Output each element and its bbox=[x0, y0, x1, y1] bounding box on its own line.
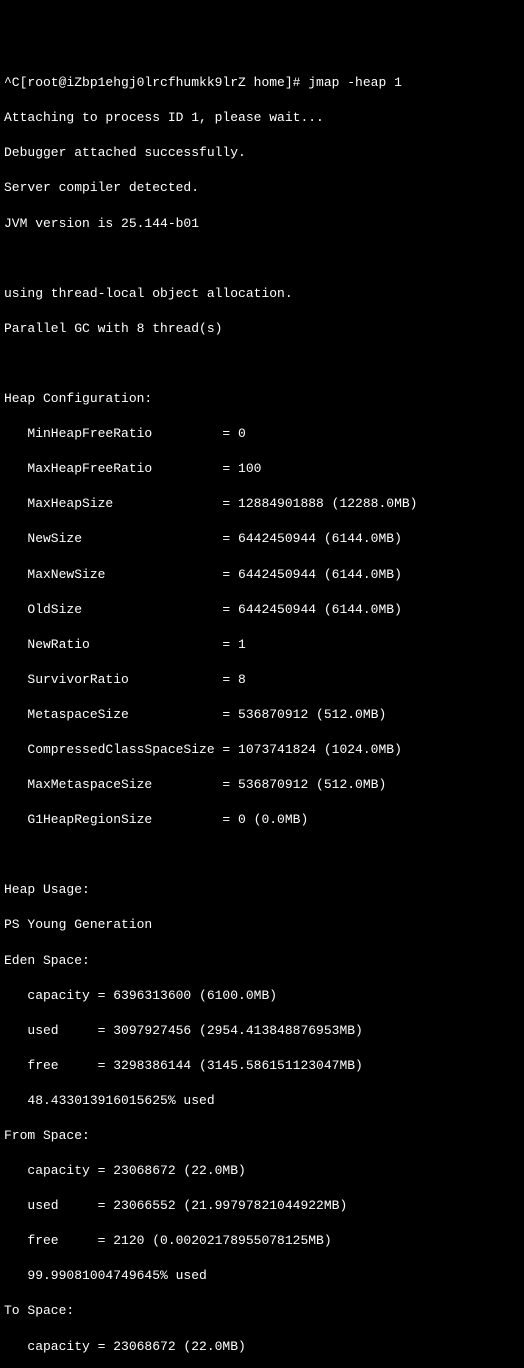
attaching-msg: Attaching to process ID 1, please wait..… bbox=[4, 109, 520, 127]
eden-header: Eden Space: bbox=[4, 952, 520, 970]
eden-pct: 48.433013916015625% used bbox=[4, 1092, 520, 1110]
gc-msg: Parallel GC with 8 thread(s) bbox=[4, 320, 520, 338]
from-capacity: capacity = 23068672 (22.0MB) bbox=[4, 1162, 520, 1180]
cfg-maxnewsize: MaxNewSize = 6442450944 (6144.0MB) bbox=[4, 566, 520, 584]
heap-config-header: Heap Configuration: bbox=[4, 390, 520, 408]
heap-usage-header: Heap Usage: bbox=[4, 881, 520, 899]
cfg-oldsize: OldSize = 6442450944 (6144.0MB) bbox=[4, 601, 520, 619]
eden-used: used = 3097927456 (2954.413848876953MB) bbox=[4, 1022, 520, 1040]
cfg-metaspacesize: MetaspaceSize = 536870912 (512.0MB) bbox=[4, 706, 520, 724]
blank bbox=[4, 846, 520, 864]
cfg-maxmetaspacesize: MaxMetaspaceSize = 536870912 (512.0MB) bbox=[4, 776, 520, 794]
cfg-maxheapsize: MaxHeapSize = 12884901888 (12288.0MB) bbox=[4, 495, 520, 513]
from-header: From Space: bbox=[4, 1127, 520, 1145]
cfg-minheapfreeratio: MinHeapFreeRatio = 0 bbox=[4, 425, 520, 443]
cfg-maxheapfreeratio: MaxHeapFreeRatio = 100 bbox=[4, 460, 520, 478]
to-capacity: capacity = 23068672 (22.0MB) bbox=[4, 1338, 520, 1356]
cfg-survivorratio: SurvivorRatio = 8 bbox=[4, 671, 520, 689]
from-free: free = 2120 (0.00202178955078125MB) bbox=[4, 1232, 520, 1250]
terminal-prompt: ^C[root@iZbp1ehgj0lrcfhumkk9lrZ home]# j… bbox=[4, 74, 520, 92]
blank bbox=[4, 355, 520, 373]
server-msg: Server compiler detected. bbox=[4, 179, 520, 197]
blank bbox=[4, 250, 520, 268]
young-gen-header: PS Young Generation bbox=[4, 916, 520, 934]
eden-free: free = 3298386144 (3145.586151123047MB) bbox=[4, 1057, 520, 1075]
cfg-compressedclasssize: CompressedClassSpaceSize = 1073741824 (1… bbox=[4, 741, 520, 759]
debugger-msg: Debugger attached successfully. bbox=[4, 144, 520, 162]
jvm-version: JVM version is 25.144-b01 bbox=[4, 215, 520, 233]
from-pct: 99.99081004749645% used bbox=[4, 1267, 520, 1285]
eden-capacity: capacity = 6396313600 (6100.0MB) bbox=[4, 987, 520, 1005]
alloc-msg: using thread-local object allocation. bbox=[4, 285, 520, 303]
cfg-g1heapregionsize: G1HeapRegionSize = 0 (0.0MB) bbox=[4, 811, 520, 829]
cfg-newratio: NewRatio = 1 bbox=[4, 636, 520, 654]
cfg-newsize: NewSize = 6442450944 (6144.0MB) bbox=[4, 530, 520, 548]
to-header: To Space: bbox=[4, 1302, 520, 1320]
from-used: used = 23066552 (21.99797821044922MB) bbox=[4, 1197, 520, 1215]
